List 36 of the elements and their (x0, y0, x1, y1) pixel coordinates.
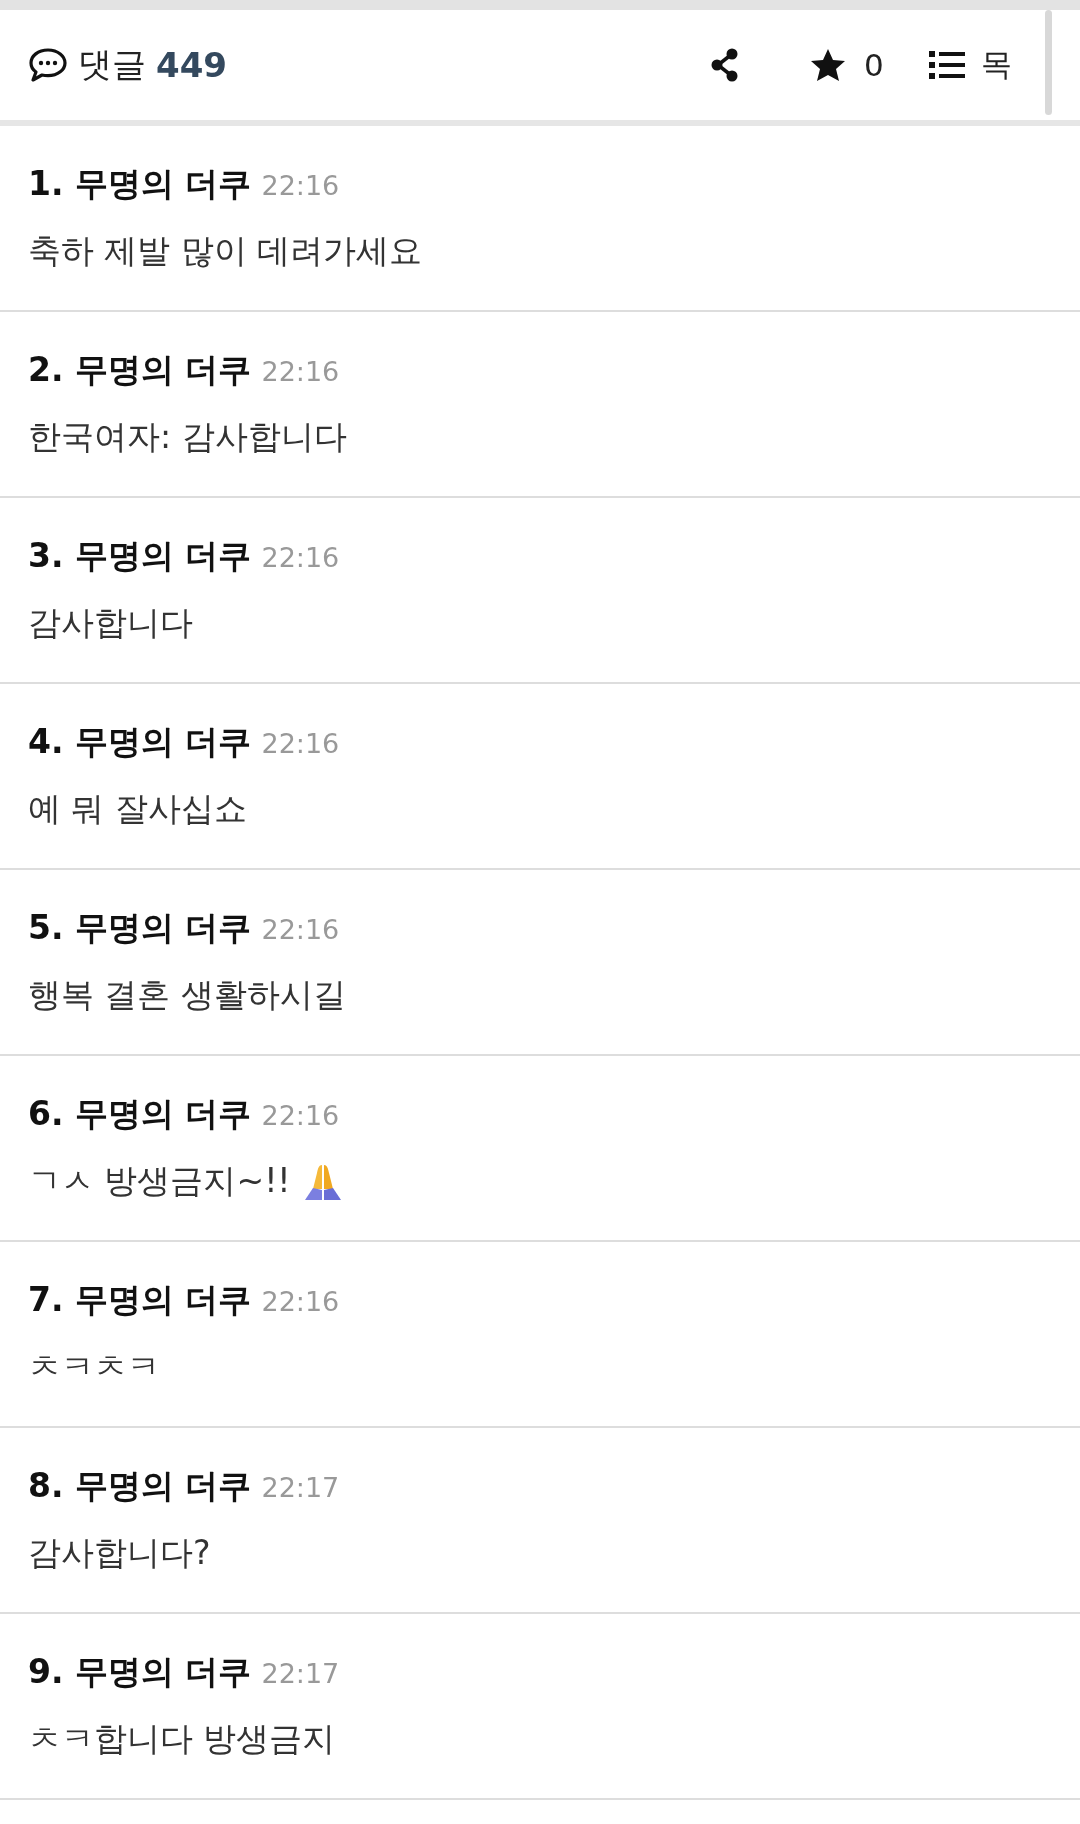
comment-time: 22:16 (261, 1286, 340, 1317)
comment-count: 449 (156, 45, 227, 85)
comments-label: 댓글 (78, 43, 146, 86)
comment-text: 한국여자: 감사합니다 (28, 416, 347, 458)
comment-text: ㅊㅋ합니다 방생금지 (28, 1718, 336, 1760)
praying-hands-icon (302, 1162, 343, 1201)
comment-time: 22:17 (261, 1472, 340, 1503)
comment-time: 22:16 (261, 728, 340, 759)
comment-author: 3. 무명의 더쿠 (28, 535, 252, 577)
comment-time: 22:16 (261, 170, 340, 201)
comment-author: 5. 무명의 더쿠 (28, 907, 252, 949)
comment-text: ㄱㅅ 방생금지~!! (28, 1160, 291, 1202)
comment-text: ㅊㅋㅊㅋ (28, 1346, 160, 1388)
comment-time: 22:16 (261, 356, 340, 387)
comment-author: 4. 무명의 더쿠 (28, 721, 252, 763)
star-icon[interactable] (810, 48, 846, 82)
list-icon[interactable] (928, 50, 965, 80)
comment-time: 22:16 (261, 542, 340, 573)
comment-author: 1. 무명의 더쿠 (28, 163, 252, 205)
speech-bubble-icon (28, 48, 68, 82)
list-link[interactable]: 목 (980, 44, 1012, 86)
comment-text: 행복 결혼 생활하시길 (28, 974, 346, 1016)
comment-author: 6. 무명의 더쿠 (28, 1093, 252, 1135)
star-count: 0 (864, 47, 884, 83)
comment-time: 22:16 (261, 1100, 340, 1131)
comment-text: 축하 제발 많이 데려가세요 (28, 230, 423, 272)
comment-text: 감사합니다 (28, 602, 193, 644)
comment-text: 감사합니다? (28, 1532, 211, 1574)
comment-time: 22:16 (261, 914, 340, 945)
comment-time: 22:17 (261, 1658, 340, 1689)
share-icon[interactable] (710, 48, 740, 82)
comment-author: 7. 무명의 더쿠 (28, 1279, 252, 1321)
comment-author: 2. 무명의 더쿠 (28, 349, 252, 391)
comment-text: 예 뭐 잘사십쇼 (28, 788, 247, 830)
comment-author: 9. 무명의 더쿠 (28, 1651, 252, 1693)
comment-author: 8. 무명의 더쿠 (28, 1465, 252, 1507)
